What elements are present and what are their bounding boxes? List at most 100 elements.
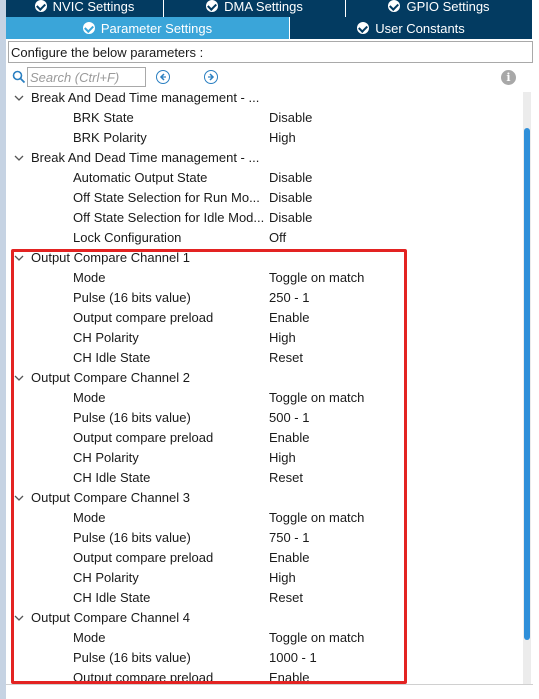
tree-group-row[interactable]: Output Compare Channel 1 bbox=[8, 248, 518, 268]
param-label: Output compare preload bbox=[73, 550, 214, 565]
tree-param-row[interactable]: BRK Polarity High bbox=[8, 128, 518, 148]
tree-param-row[interactable]: Mode Toggle on match bbox=[8, 268, 518, 288]
tree-param-row[interactable]: Pulse (16 bits value) 500 - 1 bbox=[8, 408, 518, 428]
param-value[interactable]: Enable bbox=[269, 670, 309, 685]
tree-group-row[interactable]: Break And Dead Time management - ... bbox=[8, 148, 518, 168]
tree-param-row[interactable]: Output compare preload Enable bbox=[8, 308, 518, 328]
tree-param-row[interactable]: CH Polarity High bbox=[8, 328, 518, 348]
parameter-tree: Break And Dead Time management - ... BRK … bbox=[8, 88, 533, 699]
param-label: Off State Selection for Run Mo... bbox=[73, 190, 260, 205]
param-value[interactable]: 250 - 1 bbox=[269, 290, 309, 305]
window-edge bbox=[0, 0, 6, 699]
group-label: Break And Dead Time management - ... bbox=[31, 90, 260, 105]
param-value[interactable]: High bbox=[269, 450, 296, 465]
chevron-down-icon[interactable] bbox=[13, 492, 25, 504]
param-value[interactable]: High bbox=[269, 330, 296, 345]
tree-param-row[interactable]: CH Idle State Reset bbox=[8, 468, 518, 488]
param-value[interactable]: Reset bbox=[269, 590, 303, 605]
search-previous-button[interactable] bbox=[156, 70, 170, 84]
param-value[interactable]: Enable bbox=[269, 310, 309, 325]
param-label: Lock Configuration bbox=[73, 230, 182, 245]
configure-text: Configure the below parameters : bbox=[11, 44, 204, 60]
search-next-button[interactable] bbox=[204, 70, 218, 84]
tree-param-row[interactable]: Pulse (16 bits value) 250 - 1 bbox=[8, 288, 518, 308]
chevron-down-icon[interactable] bbox=[13, 252, 25, 264]
scrollbar-thumb[interactable] bbox=[524, 128, 530, 640]
param-label: Off State Selection for Idle Mod... bbox=[73, 210, 265, 225]
chevron-down-icon[interactable] bbox=[13, 372, 25, 384]
tree-param-row[interactable]: Output compare preload Enable bbox=[8, 428, 518, 448]
bottom-strip bbox=[6, 684, 533, 699]
tab-dma-settings[interactable]: DMA Settings bbox=[164, 0, 346, 17]
tab-gpio-settings[interactable]: GPIO Settings bbox=[346, 0, 533, 17]
tree-param-row[interactable]: Mode Toggle on match bbox=[8, 388, 518, 408]
tab-parameter-settings[interactable]: Parameter Settings bbox=[6, 17, 290, 39]
param-value[interactable]: High bbox=[269, 570, 296, 585]
configure-header: Configure the below parameters : bbox=[8, 41, 533, 63]
group-label: Output Compare Channel 4 bbox=[31, 610, 190, 625]
param-label: Mode bbox=[73, 390, 106, 405]
param-label: CH Idle State bbox=[73, 350, 151, 365]
param-value[interactable]: Toggle on match bbox=[269, 390, 364, 405]
param-value[interactable]: Toggle on match bbox=[269, 630, 364, 645]
param-label: Output compare preload bbox=[73, 430, 214, 445]
tree-param-row[interactable]: BRK State Disable bbox=[8, 108, 518, 128]
param-value[interactable]: Toggle on match bbox=[269, 510, 364, 525]
tree-param-row[interactable]: Mode Toggle on match bbox=[8, 628, 518, 648]
param-value[interactable]: Reset bbox=[269, 350, 303, 365]
tab-user-constants[interactable]: User Constants bbox=[290, 17, 533, 39]
tree-param-row[interactable]: CH Polarity High bbox=[8, 568, 518, 588]
chevron-down-icon[interactable] bbox=[13, 612, 25, 624]
tab-label: User Constants bbox=[375, 20, 465, 36]
param-value[interactable]: Enable bbox=[269, 430, 309, 445]
tree-group-row[interactable]: Output Compare Channel 2 bbox=[8, 368, 518, 388]
tree-group-row[interactable]: Output Compare Channel 3 bbox=[8, 488, 518, 508]
tab-label: Parameter Settings bbox=[100, 20, 213, 36]
param-label: Mode bbox=[73, 270, 106, 285]
param-value[interactable]: Reset bbox=[269, 470, 303, 485]
param-value[interactable]: Disable bbox=[269, 190, 312, 205]
check-circle-icon bbox=[82, 22, 95, 34]
check-circle-icon bbox=[34, 0, 47, 12]
param-value[interactable]: Disable bbox=[269, 210, 312, 225]
tab-bar-second: Parameter Settings User Constants bbox=[6, 17, 533, 39]
chevron-down-icon[interactable] bbox=[13, 152, 25, 164]
tab-label: NVIC Settings bbox=[52, 0, 135, 14]
param-value[interactable]: 750 - 1 bbox=[269, 530, 309, 545]
param-value[interactable]: Toggle on match bbox=[269, 270, 364, 285]
tree-param-row[interactable]: CH Polarity High bbox=[8, 448, 518, 468]
search-input[interactable] bbox=[27, 67, 146, 87]
group-label: Output Compare Channel 2 bbox=[31, 370, 190, 385]
tree-param-row[interactable]: Off State Selection for Idle Mod... Disab… bbox=[8, 208, 518, 228]
chevron-left-icon bbox=[159, 73, 166, 81]
tab-nvic-settings[interactable]: NVIC Settings bbox=[6, 0, 164, 17]
param-value[interactable]: Off bbox=[269, 230, 286, 245]
param-value[interactable]: High bbox=[269, 130, 296, 145]
tree-param-row[interactable]: Pulse (16 bits value) 750 - 1 bbox=[8, 528, 518, 548]
param-value[interactable]: Disable bbox=[269, 170, 312, 185]
tree-param-row[interactable]: CH Idle State Reset bbox=[8, 348, 518, 368]
tree-param-row[interactable]: Off State Selection for Run Mo... Disable bbox=[8, 188, 518, 208]
chevron-down-icon[interactable] bbox=[13, 92, 25, 104]
tree-param-row[interactable]: Automatic Output State Disable bbox=[8, 168, 518, 188]
info-icon[interactable]: i bbox=[501, 70, 516, 85]
check-circle-icon bbox=[388, 0, 401, 12]
tree-param-row[interactable]: Output compare preload Enable bbox=[8, 548, 518, 568]
tree-param-row[interactable]: Lock Configuration Off bbox=[8, 228, 518, 248]
param-label: Pulse (16 bits value) bbox=[73, 290, 191, 305]
tree-param-row[interactable]: CH Idle State Reset bbox=[8, 588, 518, 608]
param-label: CH Idle State bbox=[73, 470, 151, 485]
group-label: Output Compare Channel 1 bbox=[31, 250, 190, 265]
tree-group-row[interactable]: Output Compare Channel 4 bbox=[8, 608, 518, 628]
param-value[interactable]: 1000 - 1 bbox=[269, 650, 317, 665]
param-value[interactable]: Disable bbox=[269, 110, 312, 125]
group-label: Output Compare Channel 3 bbox=[31, 490, 190, 505]
tree-param-row[interactable]: Mode Toggle on match bbox=[8, 508, 518, 528]
tree-param-row[interactable]: Pulse (16 bits value) 1000 - 1 bbox=[8, 648, 518, 668]
search-icon bbox=[12, 70, 26, 84]
param-value[interactable]: Enable bbox=[269, 550, 309, 565]
check-circle-icon bbox=[206, 0, 219, 12]
param-label: CH Idle State bbox=[73, 590, 151, 605]
param-value[interactable]: 500 - 1 bbox=[269, 410, 309, 425]
tree-group-row[interactable]: Break And Dead Time management - ... bbox=[8, 88, 518, 108]
